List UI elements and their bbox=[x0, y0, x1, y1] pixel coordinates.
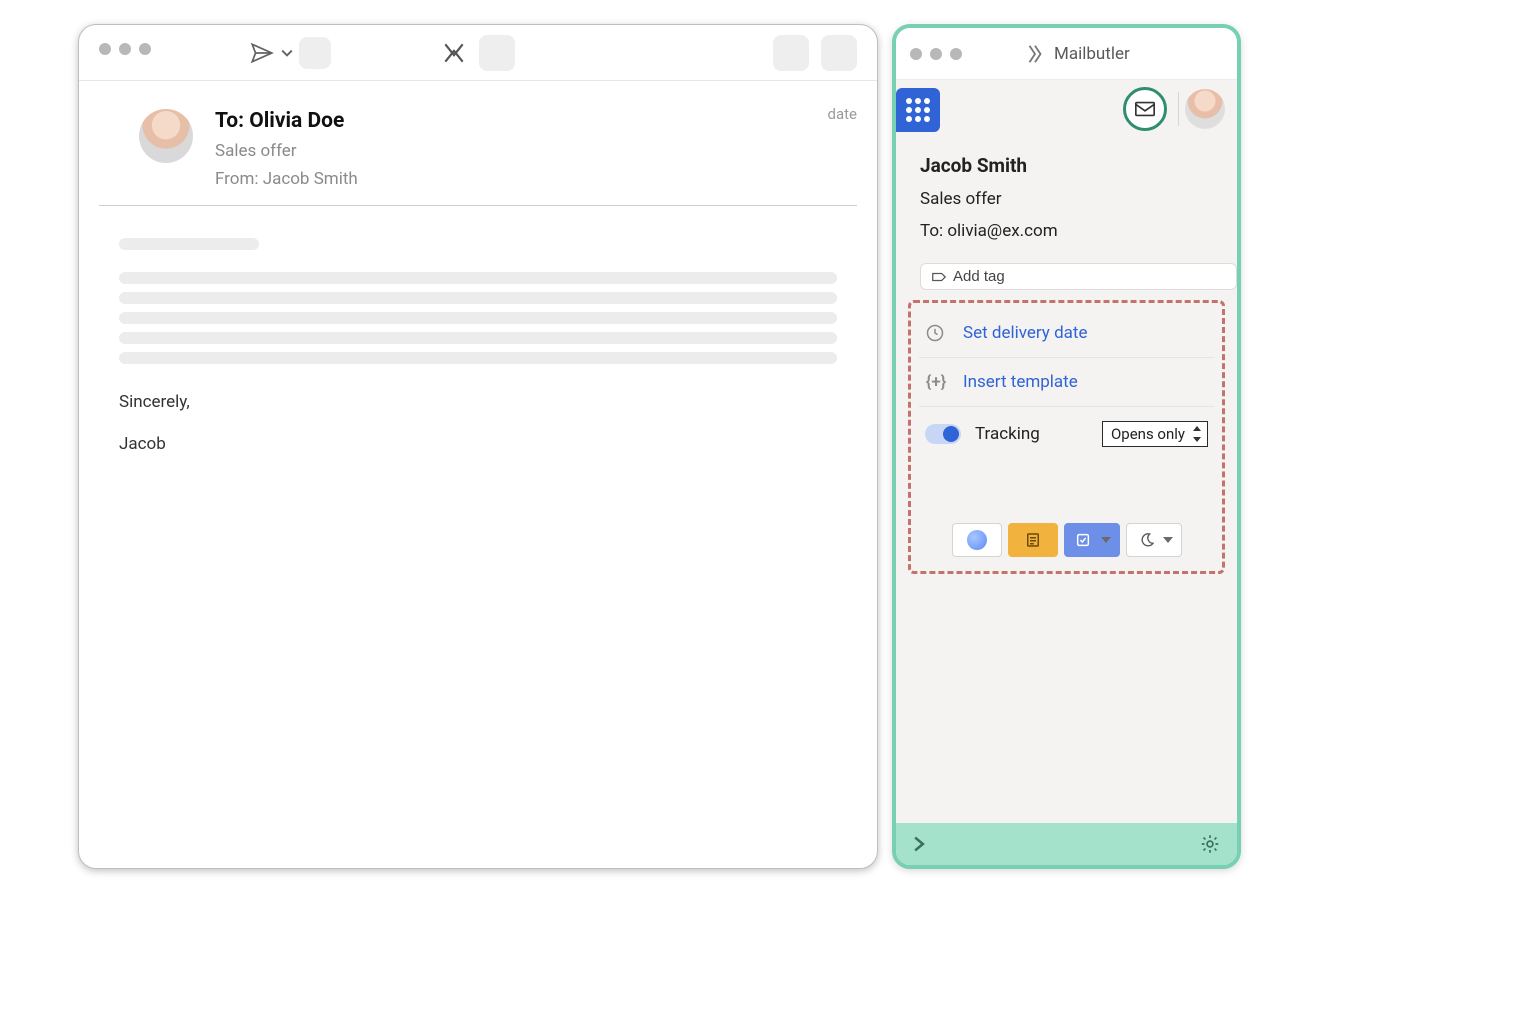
note-chip[interactable] bbox=[1008, 523, 1058, 557]
body-placeholder bbox=[119, 292, 837, 304]
chevron-right-icon bbox=[912, 835, 926, 853]
message-mode-button[interactable] bbox=[1123, 87, 1167, 131]
date-label: date bbox=[828, 105, 857, 123]
apps-grid-button[interactable] bbox=[896, 88, 940, 132]
mailbutler-compose-icon[interactable] bbox=[441, 40, 467, 66]
app-title-text: Mailbutler bbox=[1054, 44, 1130, 64]
from-line: From: Jacob Smith bbox=[215, 169, 358, 189]
tracking-mode-value: Opens only bbox=[1111, 425, 1185, 443]
tracking-row: Tracking Opens only bbox=[919, 407, 1214, 453]
tag-icon bbox=[931, 270, 947, 284]
add-tag-button[interactable]: Add tag bbox=[920, 263, 1237, 290]
recipient-avatar bbox=[139, 109, 193, 163]
gear-icon bbox=[1199, 833, 1221, 855]
mini-action-bar bbox=[919, 523, 1214, 557]
panel-icon-row bbox=[896, 80, 1237, 142]
toolbar-placeholder-button[interactable] bbox=[299, 37, 331, 69]
close-icon[interactable] bbox=[99, 43, 111, 55]
panel-to-line: To: olivia@ex.com bbox=[920, 221, 1213, 241]
toolbar-placeholder-button[interactable] bbox=[479, 35, 515, 71]
set-delivery-date-label: Set delivery date bbox=[963, 323, 1087, 343]
panel-info: Jacob Smith Sales offer To: olivia@ex.co… bbox=[896, 142, 1237, 251]
closing-text: Sincerely, bbox=[119, 392, 837, 412]
compose-body[interactable]: Sincerely, Jacob bbox=[79, 206, 877, 478]
window-traffic-lights[interactable] bbox=[99, 43, 151, 55]
to-line: To: Olivia Doe bbox=[215, 109, 358, 133]
chevron-down-icon[interactable] bbox=[281, 47, 293, 59]
panel-subject: Sales offer bbox=[920, 189, 1213, 209]
zoom-icon[interactable] bbox=[139, 43, 151, 55]
app-title: Mailbutler bbox=[1024, 43, 1130, 65]
compose-window: To: Olivia Doe Sales offer From: Jacob S… bbox=[78, 24, 878, 869]
tracking-toggle[interactable] bbox=[925, 424, 961, 444]
insert-template-button[interactable]: {+} Insert template bbox=[919, 358, 1214, 407]
contact-chip[interactable] bbox=[952, 523, 1002, 557]
toolbar-placeholder-button[interactable] bbox=[773, 35, 809, 71]
close-icon[interactable] bbox=[910, 48, 922, 60]
snooze-chip[interactable] bbox=[1126, 523, 1182, 557]
body-placeholder bbox=[119, 312, 837, 324]
template-icon: {+} bbox=[925, 372, 947, 392]
task-check-icon bbox=[1075, 532, 1091, 548]
expand-button[interactable] bbox=[912, 835, 926, 853]
minimize-icon[interactable] bbox=[930, 48, 942, 60]
body-placeholder bbox=[119, 272, 837, 284]
apps-grid-icon bbox=[906, 98, 930, 122]
body-placeholder bbox=[119, 332, 837, 344]
minimize-icon[interactable] bbox=[119, 43, 131, 55]
settings-button[interactable] bbox=[1199, 833, 1221, 855]
moon-icon bbox=[1139, 532, 1155, 548]
send-icon bbox=[249, 40, 275, 66]
zoom-icon[interactable] bbox=[950, 48, 962, 60]
user-avatar[interactable] bbox=[1185, 89, 1225, 129]
add-tag-label: Add tag bbox=[953, 268, 1005, 285]
divider bbox=[1178, 92, 1179, 126]
mailbutler-panel: Mailbutler Jacob Smith Sales offer To: o… bbox=[892, 24, 1241, 869]
subject-line: Sales offer bbox=[215, 141, 358, 161]
highlighted-actions: Set delivery date {+} Insert template Tr… bbox=[908, 300, 1225, 574]
tracking-mode-select[interactable]: Opens only bbox=[1102, 421, 1208, 447]
contact-name: Jacob Smith bbox=[920, 154, 1213, 177]
set-delivery-date-button[interactable]: Set delivery date bbox=[919, 309, 1214, 358]
compose-header: To: Olivia Doe Sales offer From: Jacob S… bbox=[99, 81, 857, 206]
compose-toolbar bbox=[79, 25, 877, 81]
panel-titlebar: Mailbutler bbox=[896, 28, 1237, 80]
clock-icon bbox=[925, 323, 947, 343]
note-icon bbox=[1024, 531, 1042, 549]
signature-text: Jacob bbox=[119, 434, 837, 454]
tracking-label: Tracking bbox=[975, 424, 1040, 444]
envelope-icon bbox=[1134, 99, 1156, 119]
body-placeholder bbox=[119, 352, 837, 364]
send-button[interactable] bbox=[249, 37, 331, 69]
panel-footer bbox=[896, 823, 1237, 865]
body-placeholder bbox=[119, 238, 259, 250]
task-chip[interactable] bbox=[1064, 523, 1120, 557]
window-traffic-lights[interactable] bbox=[910, 48, 962, 60]
mailbutler-logo-icon bbox=[1024, 43, 1046, 65]
toolbar-placeholder-button[interactable] bbox=[821, 35, 857, 71]
contact-orb-icon bbox=[967, 530, 987, 550]
insert-template-label: Insert template bbox=[963, 372, 1078, 392]
